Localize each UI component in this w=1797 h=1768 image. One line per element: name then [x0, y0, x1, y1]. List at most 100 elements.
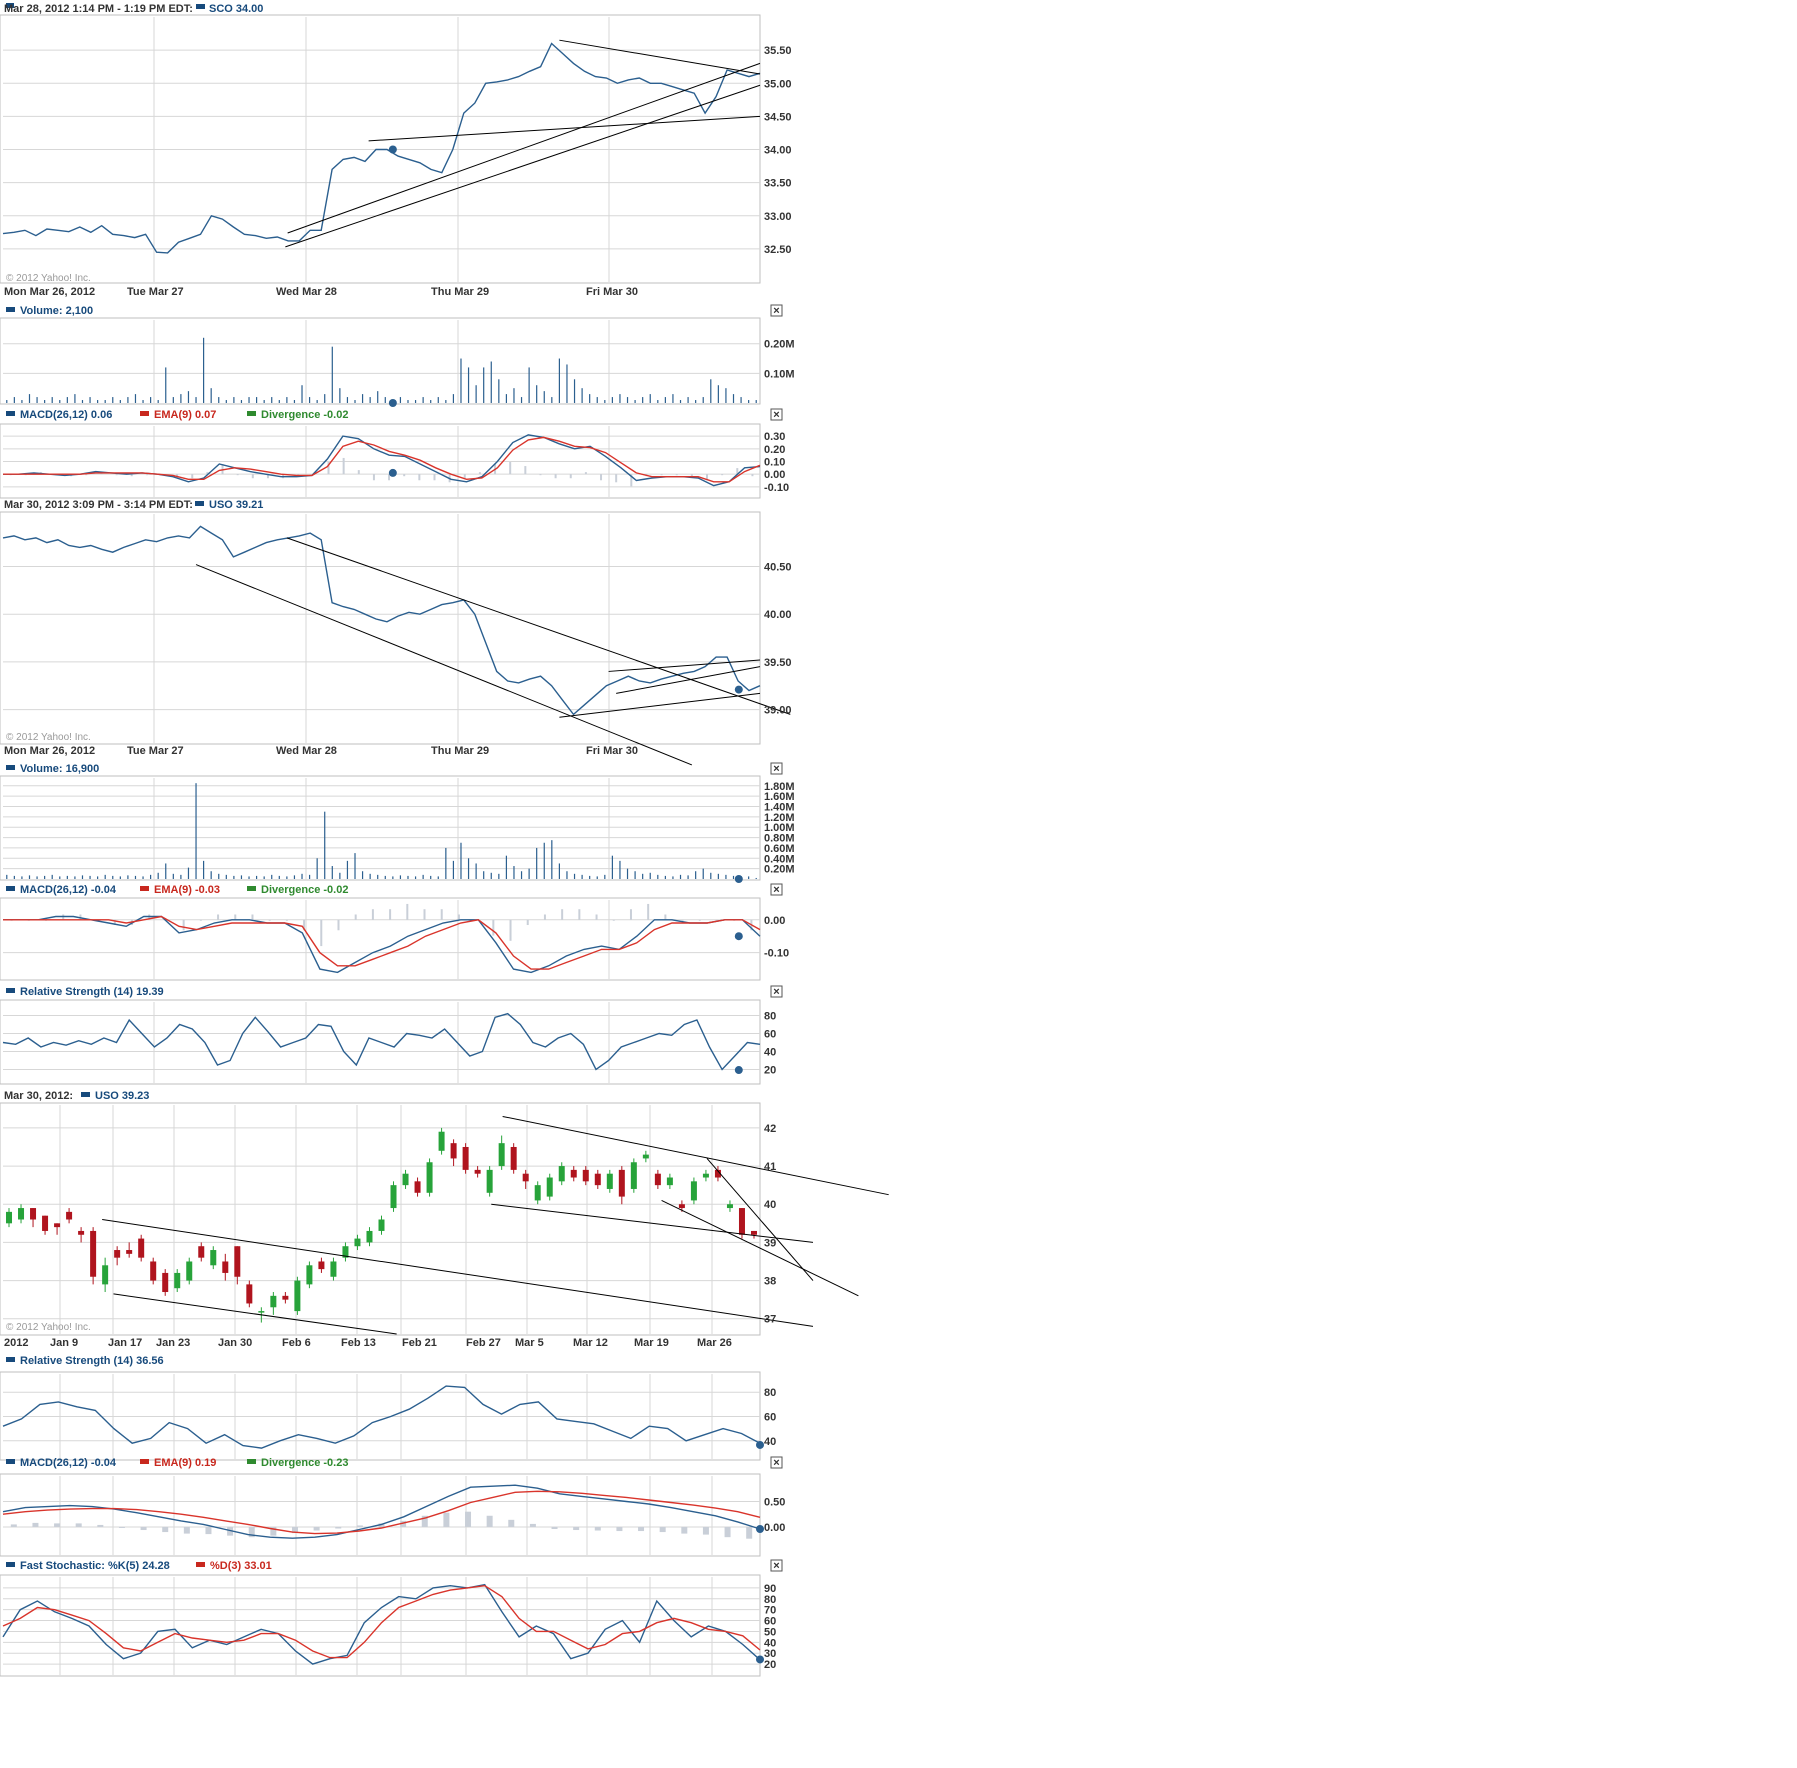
ema-label: EMA(9) 0.19	[154, 1457, 216, 1469]
volume-bar	[127, 397, 129, 403]
y-tick-label: 39	[764, 1237, 776, 1249]
volume-bar	[271, 397, 273, 403]
macd-label: MACD(26,12) -0.04	[20, 1457, 117, 1469]
volume-bar	[498, 379, 500, 403]
divergence-bar	[335, 1526, 342, 1529]
legend-swatch-icon	[195, 501, 204, 506]
uso-intraday-volume-panel: Volume: 16,900 × 1.80M1.60M1.40M1.20M1.0…	[0, 762, 795, 883]
volume-bar	[672, 394, 674, 403]
volume-bar	[626, 397, 629, 403]
volume-bar	[460, 842, 462, 879]
candle-body	[462, 1146, 469, 1170]
close-panel-button[interactable]: ×	[770, 408, 783, 421]
volume-bar	[475, 385, 477, 403]
x-tick-label: Wed Mar 28	[276, 286, 337, 298]
divergence-bar	[529, 1523, 536, 1527]
x-tick-label: Feb 6	[282, 1337, 311, 1349]
volume-bar	[301, 385, 303, 403]
candle-body	[186, 1261, 193, 1281]
volume-bar	[97, 400, 99, 403]
volume-bar	[248, 876, 250, 879]
divergence-bar	[561, 909, 564, 920]
candle-body	[138, 1238, 145, 1258]
divergence-bar	[524, 466, 527, 475]
divergence-bar	[573, 1526, 580, 1531]
close-panel-button[interactable]: ×	[770, 304, 783, 317]
volume-bar	[505, 394, 508, 403]
panel-frame	[0, 897, 761, 981]
x-tick-label: Feb 21	[402, 1337, 437, 1349]
sco-price-panel: Mar 28, 2012 1:14 PM - 1:19 PM EDT: SCO …	[0, 3, 792, 298]
volume-bar	[28, 394, 31, 403]
volume-bar	[21, 876, 23, 879]
y-tick-label: 0.10M	[764, 368, 795, 380]
divergence-bar	[443, 1512, 450, 1527]
volume-bar	[649, 394, 651, 403]
volume-bar	[377, 874, 379, 879]
divergence-bar	[629, 909, 632, 920]
volume-bar	[611, 397, 613, 403]
volume-bar	[66, 875, 68, 879]
volume-bar	[687, 397, 689, 403]
volume-bar	[710, 379, 712, 403]
volume-bar	[165, 367, 167, 403]
close-panel-button[interactable]: ×	[770, 1456, 783, 1469]
y-tick-label: 0.30	[764, 431, 785, 443]
candle-body	[534, 1185, 541, 1201]
close-panel-button[interactable]: ×	[770, 762, 783, 775]
uso-daily-rsi-panel: Relative Strength (14) 36.56 80 60 40	[0, 1355, 776, 1461]
volume-bar	[354, 400, 356, 403]
volume-bar	[119, 400, 121, 403]
crosshair-marker	[388, 399, 397, 407]
volume-bar	[59, 400, 61, 403]
divergence-bar	[342, 457, 345, 475]
volume-bar	[142, 876, 144, 879]
close-panel-button[interactable]: ×	[770, 883, 783, 896]
divergence-bar	[371, 909, 374, 920]
x-tick-label: Mon Mar 26, 2012	[4, 286, 95, 298]
panel-frame	[0, 317, 761, 405]
crosshair-marker	[388, 468, 397, 477]
volume-bar	[286, 876, 288, 879]
candle-body	[378, 1219, 385, 1231]
volume-bar	[573, 873, 576, 879]
y-tick-label: 38	[764, 1276, 776, 1288]
volume-bar	[460, 358, 462, 403]
x-tick-label: Mon Mar 26, 2012	[4, 745, 95, 757]
volume-bar	[286, 397, 288, 403]
volume-bar	[611, 855, 613, 879]
volume-bar	[36, 876, 38, 879]
divergence-bar	[423, 909, 426, 920]
volume-bar	[74, 394, 76, 403]
close-panel-button[interactable]: ×	[770, 1559, 783, 1572]
divergence-bar	[569, 474, 572, 479]
x-tick-label: Fri Mar 30	[586, 745, 638, 757]
volume-bar	[702, 397, 704, 403]
volume-bar	[203, 860, 205, 879]
volume-bar	[596, 397, 598, 403]
x-tick-label: Jan 30	[218, 1337, 252, 1349]
divergence-bar	[356, 1525, 363, 1527]
volume-bar	[528, 367, 530, 403]
close-panel-button[interactable]: ×	[770, 985, 783, 998]
divergence-bar	[251, 914, 254, 920]
candle-body	[678, 1204, 685, 1209]
divergence-bar	[724, 1526, 731, 1538]
y-tick-label: 39.00	[764, 705, 792, 717]
divergence-bar	[440, 909, 443, 920]
volume-bar	[210, 388, 212, 403]
divergence-bar	[32, 1522, 39, 1527]
volume-bar	[657, 400, 659, 403]
candle-body	[42, 1215, 49, 1231]
volume-bar	[672, 876, 674, 879]
y-tick-label: 20	[764, 1065, 776, 1077]
crosshair-marker	[388, 145, 397, 154]
svg-text:×: ×	[773, 305, 779, 317]
candle-body	[30, 1208, 37, 1220]
y-tick-label: 34.00	[764, 145, 792, 157]
volume-bar	[604, 874, 606, 879]
candle-body	[726, 1204, 733, 1209]
uso-intraday-panel: Mar 30, 2012 3:09 PM - 3:14 PM EDT: USO …	[0, 499, 792, 766]
rsi-label: Relative Strength (14) 36.56	[20, 1355, 164, 1367]
volume-bar	[717, 873, 719, 879]
